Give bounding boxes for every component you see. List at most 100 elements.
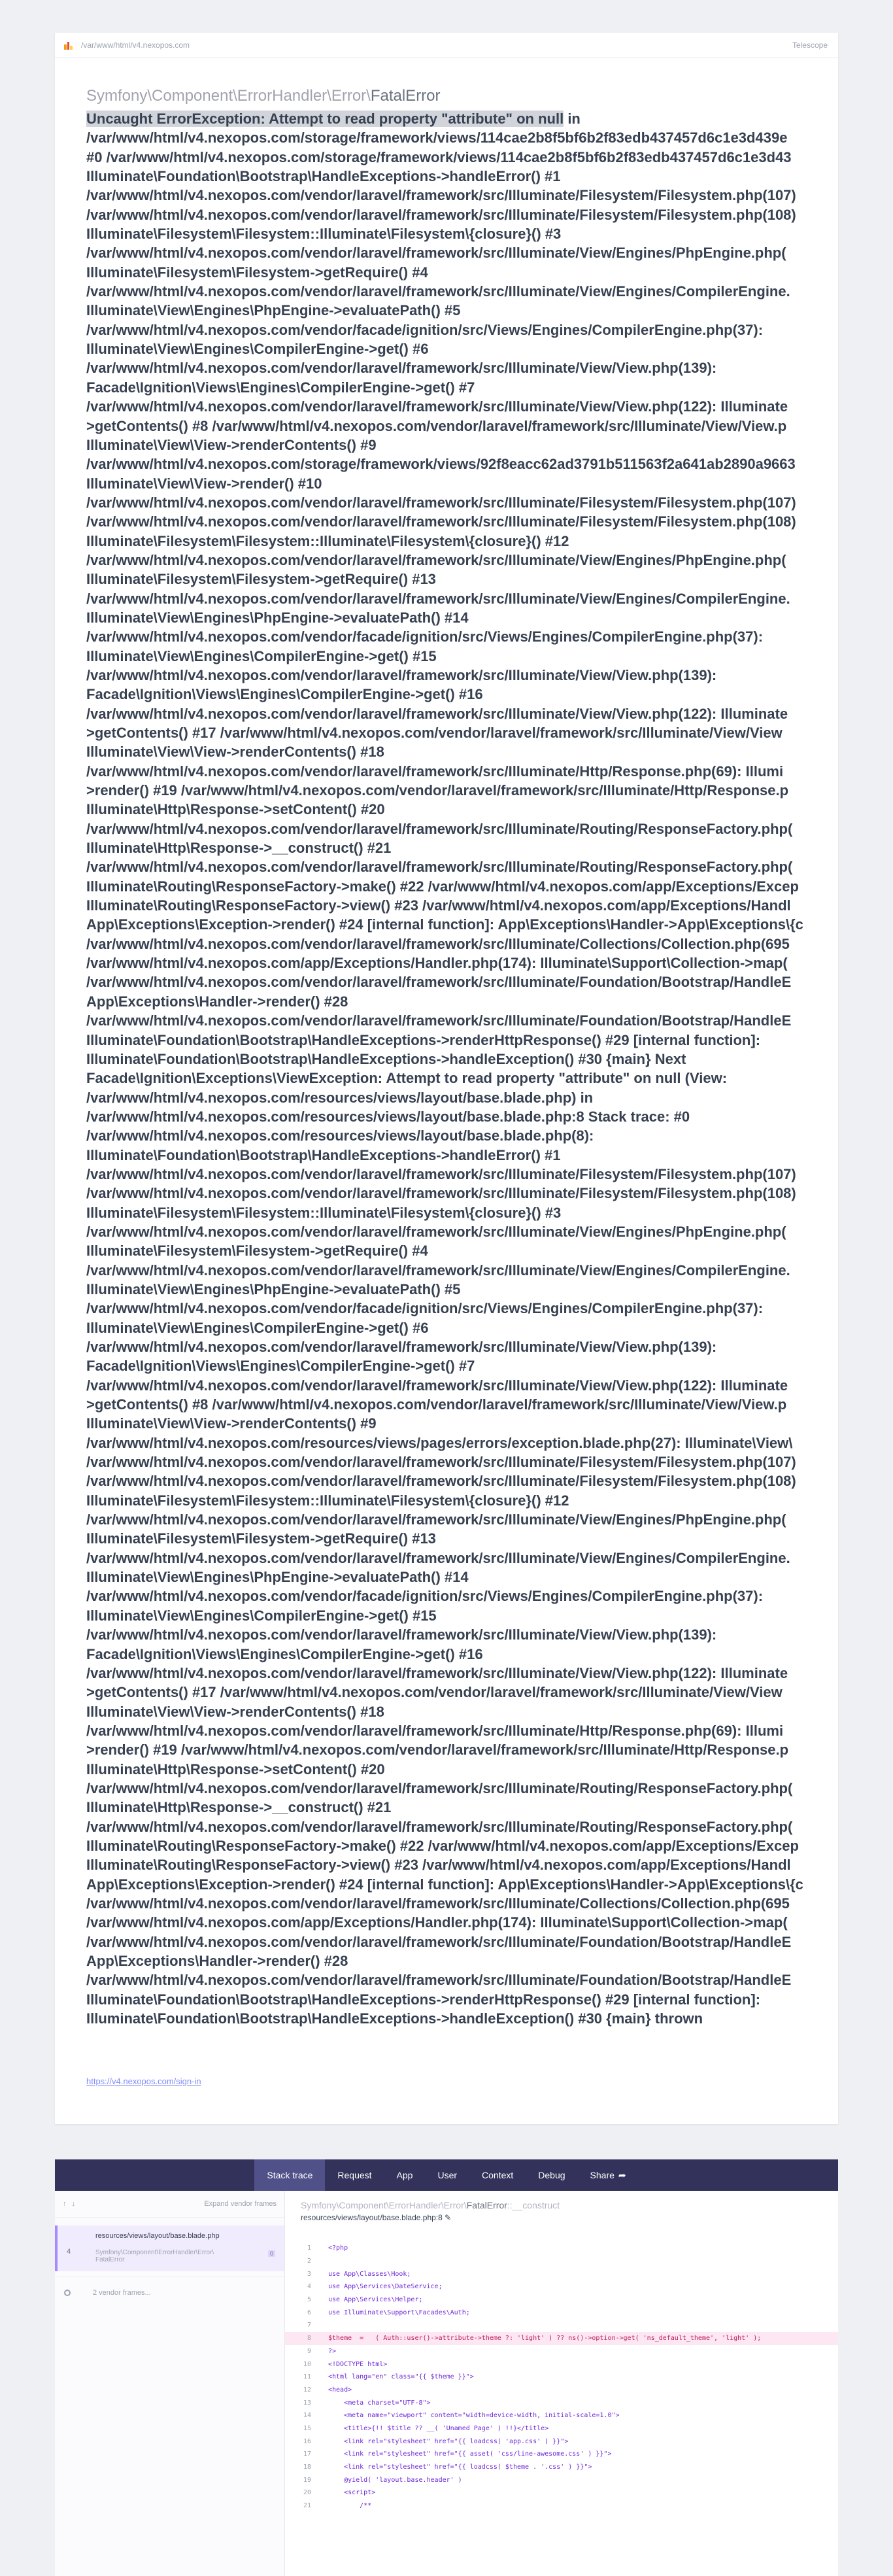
code-text: <link rel="stylesheet" href="{{ loadcss(… bbox=[328, 2464, 592, 2471]
exception-message-highlight: Uncaught ErrorException: Attempt to read… bbox=[86, 111, 564, 127]
expand-vendor-frames-button[interactable]: Expand vendor frames bbox=[204, 2200, 277, 2208]
stack-trace-line: /var/www/html/v4.nexopos.com/vendor/lara… bbox=[86, 551, 786, 568]
tab-share[interactable]: Share ➦ bbox=[578, 2159, 639, 2191]
stack-trace-line: /var/www/html/v4.nexopos.com/vendor/lara… bbox=[86, 513, 796, 530]
code-line[interactable]: 13 <meta charset="UTF-8"> bbox=[285, 2396, 838, 2409]
stack-trace-line: Facade\Ignition\Exceptions\ViewException… bbox=[86, 1070, 728, 1087]
stack-trace-line: /var/www/html/v4.nexopos.com/storage/fra… bbox=[86, 129, 788, 146]
theme-toggle[interactable]: Telescope bbox=[792, 41, 828, 50]
code-line[interactable]: 11 <html lang="en" class="{{ $theme }}"> bbox=[285, 2371, 838, 2384]
tab-user[interactable]: User bbox=[425, 2159, 469, 2191]
line-number: 17 bbox=[303, 2450, 311, 2458]
code-text: @yield( 'layout.base.header' ) bbox=[328, 2476, 462, 2484]
code-text: <meta name="viewport" content="width=dev… bbox=[328, 2412, 620, 2420]
code-line[interactable]: 4 use App\Services\DateService; bbox=[285, 2280, 838, 2293]
code-file-path[interactable]: resources/views/layout/base.blade.php:8 … bbox=[301, 2213, 838, 2222]
code-text: <title>{!! $title ?? __( 'Unamed Page' )… bbox=[328, 2424, 549, 2432]
code-line[interactable]: 15 <title>{!! $title ?? __( 'Unamed Page… bbox=[285, 2422, 838, 2435]
code-line[interactable]: 1 <?php bbox=[285, 2242, 838, 2255]
stack-trace-line: Illuminate\Filesystem\Filesystem::Illumi… bbox=[86, 1492, 569, 1509]
line-number: 20 bbox=[303, 2489, 311, 2497]
nav-bar: Stack trace Request App User Context Deb… bbox=[55, 2159, 838, 2191]
tab-context[interactable]: Context bbox=[469, 2159, 526, 2191]
stack-trace-line: /var/www/html/v4.nexopos.com/vendor/lara… bbox=[86, 360, 717, 377]
vendor-frames-row[interactable]: 2 vendor frames... bbox=[55, 2276, 284, 2309]
stack-trace-line: /var/www/html/v4.nexopos.com/vendor/lara… bbox=[86, 283, 790, 300]
code-line[interactable]: 12 <head> bbox=[285, 2384, 838, 2397]
stack-trace-line: #0 /var/www/html/v4.nexopos.com/storage/… bbox=[86, 148, 792, 165]
code-line[interactable]: 8 $theme = ( Auth::user()->attribute->the… bbox=[285, 2331, 838, 2345]
exception-message[interactable]: Uncaught ErrorException: Attempt to read… bbox=[86, 109, 838, 2028]
line-number: 5 bbox=[307, 2296, 311, 2304]
code-line[interactable]: 7 bbox=[285, 2319, 838, 2332]
code-line[interactable]: 14 <meta name="viewport" content="width=… bbox=[285, 2409, 838, 2422]
code-line[interactable]: 21 /** bbox=[285, 2499, 838, 2513]
line-number: 6 bbox=[307, 2309, 311, 2316]
frame-nav-arrows-icon[interactable]: ↑↓ bbox=[63, 2200, 80, 2208]
frame-number: 4 bbox=[67, 2248, 71, 2256]
tab-debug[interactable]: Debug bbox=[526, 2159, 577, 2191]
tab-app[interactable]: App bbox=[384, 2159, 426, 2191]
line-number: 7 bbox=[307, 2322, 311, 2329]
stack-trace-line: Illuminate\Filesystem\Filesystem::Illumi… bbox=[86, 532, 569, 549]
frame-file: resources/views/layout/base.blade.php bbox=[95, 2232, 220, 2240]
code-class-name: FatalError bbox=[466, 2200, 507, 2210]
line-number: 14 bbox=[303, 2412, 311, 2420]
tab-request[interactable]: Request bbox=[325, 2159, 384, 2191]
stack-trace-line: Illuminate\View\View->renderContents() #… bbox=[86, 744, 384, 761]
stack-trace-line: Illuminate\Http\Response->__construct() … bbox=[86, 840, 392, 857]
code-line[interactable]: 3 use App\Classes\Hook; bbox=[285, 2267, 838, 2280]
code-line[interactable]: 6 use Illuminate\Support\Facades\Auth; bbox=[285, 2306, 838, 2319]
stack-trace-line: Illuminate\View\View->render() #10 bbox=[86, 475, 322, 492]
stack-trace-line: Illuminate\Http\Response->setContent() #… bbox=[86, 801, 385, 818]
stack-trace-line: Facade\Ignition\Views\Engines\CompilerEn… bbox=[86, 379, 475, 396]
code-line[interactable]: 16 <link rel="stylesheet" href="{{ loadc… bbox=[285, 2435, 838, 2448]
stack-trace-line: Illuminate\Routing\ResponseFactory->make… bbox=[86, 1837, 799, 1854]
stack-trace-line: /var/www/html/v4.nexopos.com/vendor/lara… bbox=[86, 1722, 784, 1739]
stack-trace-line: Illuminate\Foundation\Bootstrap\HandleEx… bbox=[86, 1991, 761, 2008]
project-path: /var/www/html/v4.nexopos.com bbox=[81, 41, 190, 50]
stack-trace-line: >getContents() #8 /var/www/html/v4.nexop… bbox=[86, 1396, 787, 1413]
code-line[interactable]: 9 ?> bbox=[285, 2345, 838, 2358]
stack-trace-line: /var/www/html/v4.nexopos.com/vendor/lara… bbox=[86, 1262, 790, 1279]
share-label: Share bbox=[590, 2170, 615, 2180]
exception-class: Symfony\Component\ErrorHandler\Error\Fat… bbox=[86, 87, 838, 105]
stack-trace-line: /var/www/html/v4.nexopos.com/vendor/lara… bbox=[86, 820, 793, 837]
code-text: <html lang="en" class="{{ $theme }}"> bbox=[328, 2373, 474, 2381]
frame-item-selected[interactable]: 4 resources/views/layout/base.blade.php … bbox=[55, 2225, 284, 2271]
code-line[interactable]: 5 use App\Services\Helper; bbox=[285, 2293, 838, 2307]
edit-pencil-icon[interactable]: ✎ bbox=[445, 2213, 451, 2222]
stack-trace-line: Illuminate\View\Engines\PhpEngine->evalu… bbox=[86, 1280, 461, 1297]
stack-trace-line: /var/www/html/v4.nexopos.com/vendor/lara… bbox=[86, 187, 796, 204]
stack-trace-line: /var/www/html/v4.nexopos.com/vendor/lara… bbox=[86, 1339, 717, 1355]
stack-trace-line: >render() #19 /var/www/html/v4.nexopos.c… bbox=[86, 782, 789, 799]
stack-trace-line: Illuminate\Filesystem\Filesystem->getReq… bbox=[86, 1530, 436, 1547]
stack-trace-line: Illuminate\Filesystem\Filesystem::Illumi… bbox=[86, 226, 562, 243]
code-line[interactable]: 18 <link rel="stylesheet" href="{{ loadc… bbox=[285, 2461, 838, 2474]
ignition-logo-icon bbox=[64, 41, 73, 50]
stack-trace-line: /var/www/html/v4.nexopos.com/vendor/lara… bbox=[86, 974, 792, 991]
request-url-link[interactable]: https://v4.nexopos.com/sign-in bbox=[86, 2076, 201, 2086]
code-line[interactable]: 19 @yield( 'layout.base.header' ) bbox=[285, 2473, 838, 2486]
code-line[interactable]: 10 <!DOCTYPE html> bbox=[285, 2358, 838, 2371]
code-line[interactable]: 17 <link rel="stylesheet" href="{{ asset… bbox=[285, 2448, 838, 2461]
stack-trace-line: /var/www/html/v4.nexopos.com/vendor/lara… bbox=[86, 1165, 796, 1182]
stack-trace-line: App\Exceptions\Handler->render() #28 bbox=[86, 993, 348, 1010]
exception-class-name: FatalError bbox=[370, 87, 441, 105]
line-number: 15 bbox=[303, 2424, 311, 2432]
code-line[interactable]: 20 <script> bbox=[285, 2486, 838, 2499]
stack-trace-line: /var/www/html/v4.nexopos.com/vendor/faca… bbox=[86, 1588, 764, 1605]
line-number: 9 bbox=[307, 2347, 311, 2355]
stack-trace-line: Illuminate\Routing\ResponseFactory->view… bbox=[86, 897, 791, 914]
code-text: use App\Services\Helper; bbox=[328, 2296, 423, 2304]
line-number: 18 bbox=[303, 2464, 311, 2471]
stack-trace-line: /var/www/html/v4.nexopos.com/vendor/lara… bbox=[86, 1223, 786, 1240]
tab-stack-trace[interactable]: Stack trace bbox=[254, 2159, 326, 2191]
stack-trace-line: >getContents() #17 /var/www/html/v4.nexo… bbox=[86, 725, 783, 741]
line-number: 10 bbox=[303, 2360, 311, 2368]
stack-trace-line: /var/www/html/v4.nexopos.com/vendor/lara… bbox=[86, 206, 796, 223]
line-number: 3 bbox=[307, 2270, 311, 2278]
stack-trace-line: Illuminate\Foundation\Bootstrap\HandleEx… bbox=[86, 168, 561, 185]
code-line[interactable]: 2 bbox=[285, 2255, 838, 2268]
exception-class-prefix: Symfony\Component\ErrorHandler\Error\ bbox=[86, 87, 371, 105]
